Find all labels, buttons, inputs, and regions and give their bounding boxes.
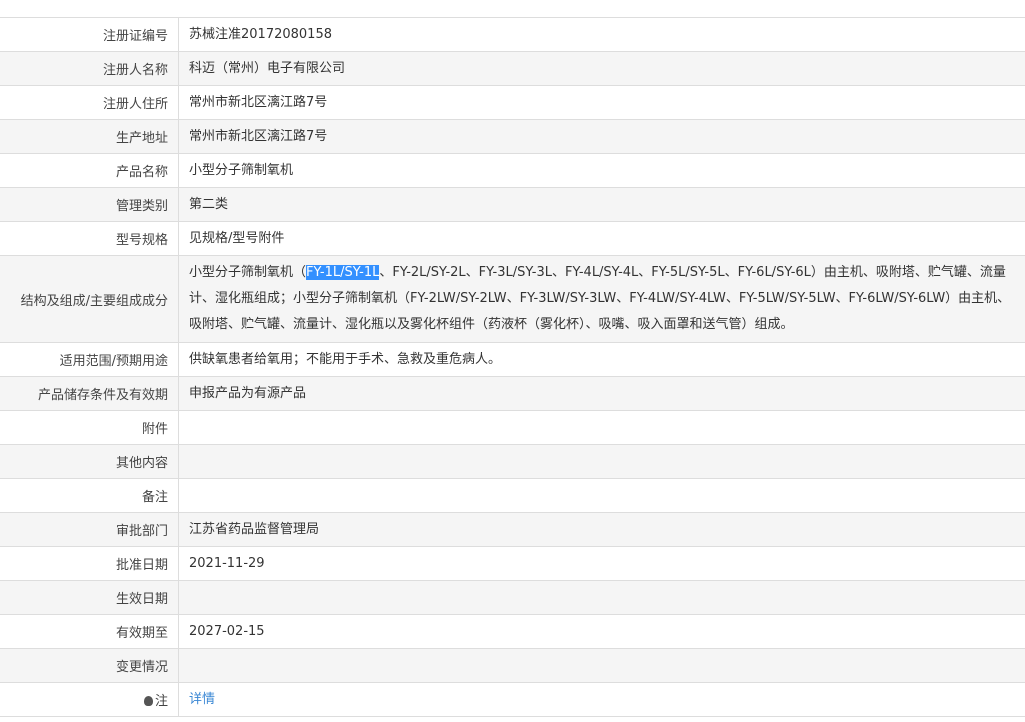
- row-label-text: 产品储存条件及有效期: [37, 388, 168, 403]
- table-row: 型号规格 见规格/型号附件: [0, 221, 1025, 256]
- row-value: 常州市新北区漓江路7号: [178, 119, 1025, 154]
- row-label-text: 生效日期: [115, 592, 168, 607]
- row-label-text: 变更情况: [115, 660, 168, 675]
- row-value: 详情: [178, 682, 1025, 717]
- row-value: [178, 580, 1025, 615]
- row-label: 管理类别: [0, 187, 179, 222]
- table-row: 结构及组成/主要组成成分 小型分子筛制氧机（FY-1L/SY-1L、FY-2L/S…: [0, 255, 1025, 343]
- row-value: 科迈（常州）电子有限公司: [178, 51, 1025, 86]
- row-label-text: 审批部门: [115, 524, 168, 539]
- table-row: 批准日期 2021-11-29: [0, 546, 1025, 581]
- row-value: 见规格/型号附件: [178, 221, 1025, 256]
- row-label: 注册人名称: [0, 51, 179, 86]
- row-value: [178, 648, 1025, 683]
- row-value: 江苏省药品监督管理局: [178, 512, 1025, 547]
- row-value: [178, 444, 1025, 479]
- row-label-text: 备注: [141, 490, 168, 505]
- row-value: 申报产品为有源产品: [178, 376, 1025, 411]
- table-row: 产品储存条件及有效期 申报产品为有源产品: [0, 376, 1025, 411]
- row-label-text: 管理类别: [115, 199, 168, 214]
- row-label: 结构及组成/主要组成成分: [0, 255, 179, 343]
- row-label-text: 批准日期: [115, 558, 168, 573]
- table-row: 生效日期: [0, 580, 1025, 615]
- row-label: 注册人住所: [0, 85, 179, 120]
- row-label-text: 适用范围/预期用途: [59, 354, 168, 369]
- table-row: 适用范围/预期用途 供缺氧患者给氧用；不能用于手术、急救及重危病人。: [0, 342, 1025, 377]
- row-label: 型号规格: [0, 221, 179, 256]
- row-label-text: 型号规格: [115, 233, 168, 248]
- table-row: 注册人住所 常州市新北区漓江路7号: [0, 85, 1025, 120]
- row-label: 生效日期: [0, 580, 179, 615]
- row-label: 产品名称: [0, 153, 179, 188]
- row-label-text: 有效期至: [115, 626, 168, 641]
- row-value: 2021-11-29: [178, 546, 1025, 581]
- row-label: 其他内容: [0, 444, 179, 479]
- value-text: 小型分子筛制氧机（: [189, 265, 307, 280]
- row-label: 备注: [0, 478, 179, 513]
- row-value: [178, 478, 1025, 513]
- row-label: 生产地址: [0, 119, 179, 154]
- row-value: 供缺氧患者给氧用；不能用于手术、急救及重危病人。: [178, 342, 1025, 377]
- table-row: 注册证编号 苏械注准20172080158: [0, 17, 1025, 52]
- row-label-text: 生产地址: [115, 131, 168, 146]
- table-row: 生产地址 常州市新北区漓江路7号: [0, 119, 1025, 154]
- row-label: 审批部门: [0, 512, 179, 547]
- table-row: 注册人名称 科迈（常州）电子有限公司: [0, 51, 1025, 86]
- row-value: 第二类: [178, 187, 1025, 222]
- row-label-text: 注册证编号: [102, 29, 168, 44]
- row-label: 批准日期: [0, 546, 179, 581]
- table-row: 变更情况: [0, 648, 1025, 683]
- row-value: 苏械注准20172080158: [178, 17, 1025, 52]
- row-label: 注: [0, 682, 179, 717]
- table-row: 有效期至 2027-02-15: [0, 614, 1025, 649]
- row-label: 附件: [0, 410, 179, 445]
- selected-text: FY-1L/SY-1L: [306, 265, 380, 280]
- row-label-text: 注: [154, 694, 168, 709]
- table-row: 产品名称 小型分子筛制氧机: [0, 153, 1025, 188]
- row-label: 有效期至: [0, 614, 179, 649]
- row-label-text: 注册人住所: [102, 97, 168, 112]
- row-value: 常州市新北区漓江路7号: [178, 85, 1025, 120]
- table-row: 备注: [0, 478, 1025, 513]
- row-label-text: 附件: [141, 422, 168, 437]
- row-label: 注册证编号: [0, 17, 179, 52]
- row-label-text: 注册人名称: [102, 63, 168, 78]
- table-row: 管理类别 第二类: [0, 187, 1025, 222]
- row-label: 变更情况: [0, 648, 179, 683]
- table-row: 附件: [0, 410, 1025, 445]
- row-label: 适用范围/预期用途: [0, 342, 179, 377]
- row-label-text: 结构及组成/主要组成成分: [20, 293, 168, 309]
- table-row: 其他内容: [0, 444, 1025, 479]
- details-link[interactable]: 详情: [189, 692, 215, 707]
- row-label-text: 产品名称: [115, 165, 168, 180]
- lightbulb-icon: [143, 696, 153, 706]
- row-label-text: 其他内容: [115, 456, 168, 471]
- row-value: 小型分子筛制氧机（FY-1L/SY-1L、FY-2L/SY-2L、FY-3L/S…: [178, 255, 1025, 343]
- row-value: 小型分子筛制氧机: [178, 153, 1025, 188]
- row-value: [178, 410, 1025, 445]
- row-label: 产品储存条件及有效期: [0, 376, 179, 411]
- table-row: 审批部门 江苏省药品监督管理局: [0, 512, 1025, 547]
- registration-detail-table: 注册证编号 苏械注准20172080158 注册人名称 科迈（常州）电子有限公司 注册人…: [0, 17, 1025, 717]
- table-row: 注 详情: [0, 682, 1025, 717]
- row-value: 2027-02-15: [178, 614, 1025, 649]
